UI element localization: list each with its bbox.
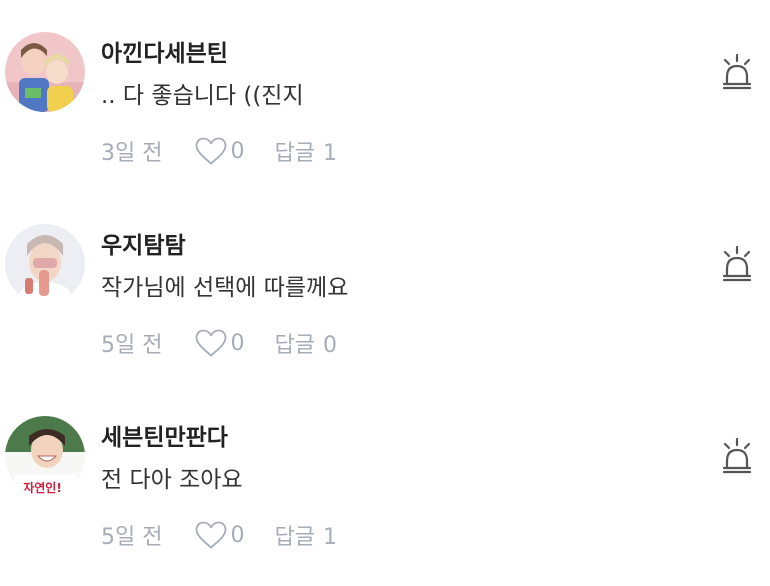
comment-date: 5일 전 <box>101 525 163 550</box>
reply-button[interactable]: 답글 1 <box>274 519 336 551</box>
avatar[interactable] <box>5 32 85 112</box>
comment-item: 우지탐탐 작가님에 선택에 따를께요 5일 전 0 답글 0 <box>0 224 770 394</box>
siren-icon <box>722 246 752 282</box>
heart-outline-icon <box>196 521 227 549</box>
comment-meta: 5일 전 0 답글 0 <box>101 326 337 360</box>
like-count: 0 <box>230 138 245 164</box>
reply-count: 1 <box>322 525 337 550</box>
heart-outline-icon <box>196 137 227 165</box>
comment-text: 전 다아 조아요 <box>101 467 243 493</box>
like-button[interactable]: 0 <box>194 328 244 358</box>
reply-label: 답글 <box>274 141 315 166</box>
like-button[interactable]: 0 <box>194 136 244 166</box>
reply-button[interactable]: 답글 0 <box>274 327 336 359</box>
avatar[interactable] <box>5 224 85 304</box>
comment-username[interactable]: 세븐틴만판다 <box>101 418 228 452</box>
comment-date: 3일 전 <box>101 141 163 166</box>
comment-meta: 3일 전 0 답글 1 <box>101 134 337 168</box>
comment-username[interactable]: 우지탐탐 <box>101 226 186 260</box>
comment-meta: 5일 전 0 답글 1 <box>101 518 337 552</box>
heart-outline-icon <box>196 329 227 357</box>
like-count: 0 <box>230 330 245 356</box>
comment-date: 5일 전 <box>101 333 163 358</box>
report-button[interactable] <box>721 54 753 90</box>
avatar-caption: 는 자연인! <box>8 480 62 495</box>
avatar[interactable]: 는 자연인! <box>5 416 85 496</box>
reply-label: 답글 <box>274 525 315 550</box>
report-button[interactable] <box>721 438 753 474</box>
comment-item: 는 자연인! 세븐틴만판다 전 다아 조아요 5일 전 0 답글 1 <box>0 416 770 586</box>
reply-button[interactable]: 답글 1 <box>274 135 336 167</box>
like-count: 0 <box>230 522 245 548</box>
comment-text: 작가님에 선택에 따를께요 <box>101 275 349 301</box>
comment-text: .. 다 좋습니다 ((진지 <box>101 83 304 109</box>
like-button[interactable]: 0 <box>194 520 244 550</box>
reply-count: 1 <box>322 141 337 166</box>
reply-label: 답글 <box>274 333 315 358</box>
report-button[interactable] <box>721 246 753 282</box>
siren-icon <box>722 54 752 90</box>
comment-username[interactable]: 아낀다세븐틴 <box>101 34 228 68</box>
siren-icon <box>722 438 752 474</box>
comment-item: 아낀다세븐틴 .. 다 좋습니다 ((진지 3일 전 0 답글 1 <box>0 32 770 202</box>
reply-count: 0 <box>322 333 337 358</box>
